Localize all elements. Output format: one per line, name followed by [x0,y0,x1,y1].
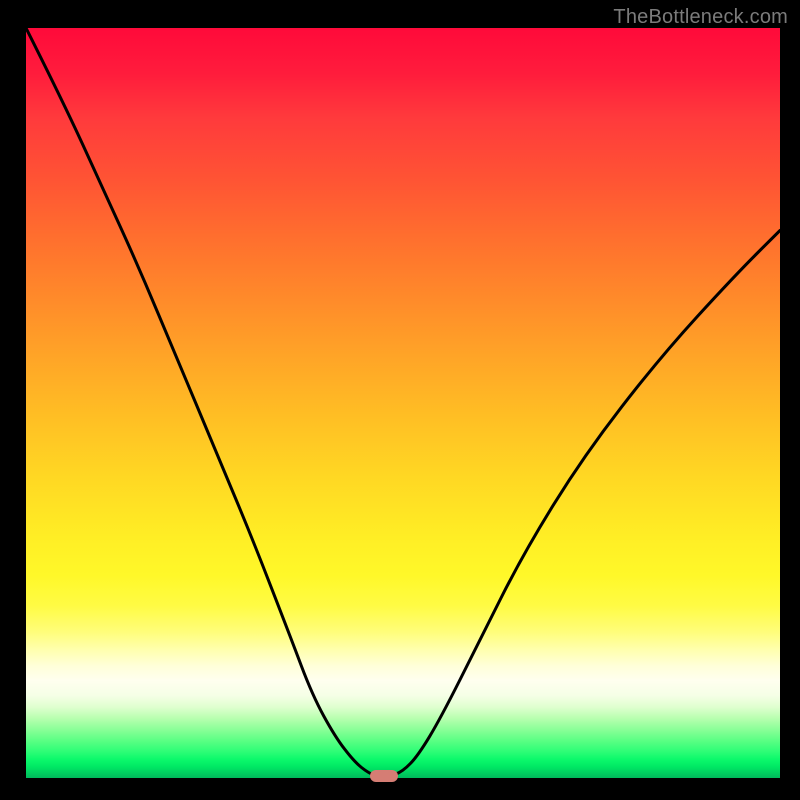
plot-area [26,28,780,778]
chart-frame: TheBottleneck.com [0,0,800,800]
bottleneck-curve [26,28,780,778]
watermark-text: TheBottleneck.com [613,6,788,29]
curve-path [26,28,780,777]
bottleneck-marker [370,770,398,782]
